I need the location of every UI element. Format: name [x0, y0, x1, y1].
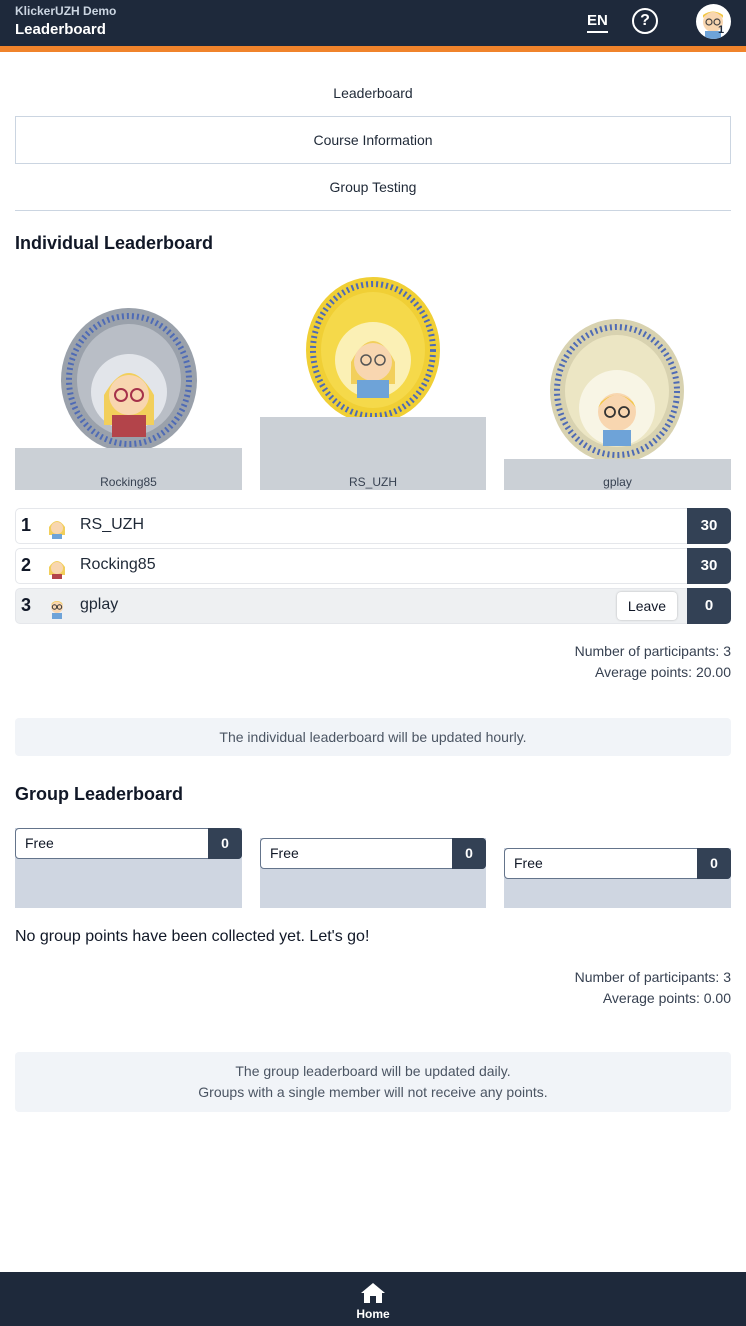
group-score: 0 — [452, 838, 486, 869]
page-title: Leaderboard — [15, 21, 106, 38]
leaderboard-row: 2 Rocking85 30 — [15, 548, 731, 584]
row-rank: 2 — [21, 555, 32, 575]
group-podium-third: Free 0 — [504, 848, 731, 908]
tab-course-information[interactable]: Course Information — [15, 117, 731, 164]
row-score: 30 — [687, 508, 731, 544]
individual-average-points: Average points: 20.00 — [595, 664, 731, 680]
row-rank: 3 — [21, 595, 32, 615]
group-average-points: Average points: 0.00 — [602, 990, 731, 1006]
help-icon[interactable]: ? — [632, 8, 658, 34]
row-participant-name: RS_UZH — [80, 516, 145, 533]
group-bar: Free 0 — [15, 828, 242, 859]
podium-second: Rocking85 — [15, 448, 242, 490]
individual-stats: Number of participants: 3 Average points… — [431, 641, 731, 683]
group-participant-count: Number of participants: 3 — [574, 969, 731, 985]
participant-avatar — [51, 601, 63, 619]
header-accent-stripe — [0, 46, 746, 52]
silver-medal-avatar — [60, 307, 198, 454]
group-score: 0 — [697, 848, 731, 879]
group-name: Free — [514, 855, 543, 871]
group-stats: Number of participants: 3 Average points… — [431, 967, 731, 1009]
user-avatar[interactable] — [696, 4, 731, 39]
row-participant-name: gplay — [80, 596, 119, 613]
bottom-navigation: Home — [0, 1272, 746, 1326]
podium-first-name: RS_UZH — [348, 475, 397, 489]
row-score: 0 — [687, 588, 731, 624]
tab-group-testing[interactable]: Group Testing — [15, 164, 731, 211]
gold-medal-avatar — [305, 276, 442, 424]
leaderboard-row-own: 3 gplay Leave 0 — [15, 588, 731, 624]
individual-participant-count: Number of participants: 3 — [574, 643, 731, 659]
group-podium-first: Free 0 — [260, 838, 486, 908]
leave-button[interactable]: Leave — [617, 592, 677, 620]
individual-leaderboard-title: Individual Leaderboard — [15, 233, 214, 253]
row-rank: 1 — [21, 515, 32, 535]
participant-avatar — [49, 561, 65, 579]
row-score: 30 — [687, 548, 731, 584]
app-header: KlickerUZH Demo Leaderboard EN ? 1 — [0, 0, 746, 46]
podium-first: RS_UZH — [260, 417, 486, 490]
home-label: Home — [356, 1307, 390, 1321]
home-button[interactable]: Home — [343, 1280, 403, 1322]
podium-third: gplay — [504, 459, 731, 490]
participant-avatar — [49, 521, 65, 539]
leaderboard-row: 1 RS_UZH 30 — [15, 508, 731, 544]
podium-second-name: Rocking85 — [100, 475, 157, 489]
home-icon — [361, 1283, 385, 1303]
group-info-line2: Groups with a single member will not rec… — [198, 1084, 548, 1100]
group-leaderboard-title: Group Leaderboard — [15, 784, 184, 804]
tab-leaderboard[interactable]: Leaderboard — [15, 70, 731, 117]
group-update-info: The group leaderboard will be updated da… — [15, 1052, 731, 1112]
group-bar: Free 0 — [260, 838, 486, 869]
bronze-medal-avatar — [549, 318, 686, 465]
group-name: Free — [270, 845, 299, 861]
group-name: Free — [25, 835, 54, 851]
language-switcher[interactable]: EN — [587, 12, 608, 33]
podium-third-name: gplay — [603, 475, 632, 489]
group-info-line1: The group leaderboard will be updated da… — [235, 1063, 511, 1079]
app-name: KlickerUZH Demo — [15, 4, 117, 18]
group-bar: Free 0 — [504, 848, 731, 879]
group-podium-second: Free 0 — [15, 828, 242, 908]
group-score: 0 — [208, 828, 242, 859]
avatar-icon — [703, 11, 723, 39]
tab-list: Leaderboard Course Information Group Tes… — [15, 70, 731, 211]
user-level-badge: 1 — [718, 24, 725, 36]
group-empty-message: No group points have been collected yet.… — [15, 928, 370, 945]
row-participant-name: Rocking85 — [80, 556, 156, 573]
individual-update-info: The individual leaderboard will be updat… — [15, 718, 731, 756]
